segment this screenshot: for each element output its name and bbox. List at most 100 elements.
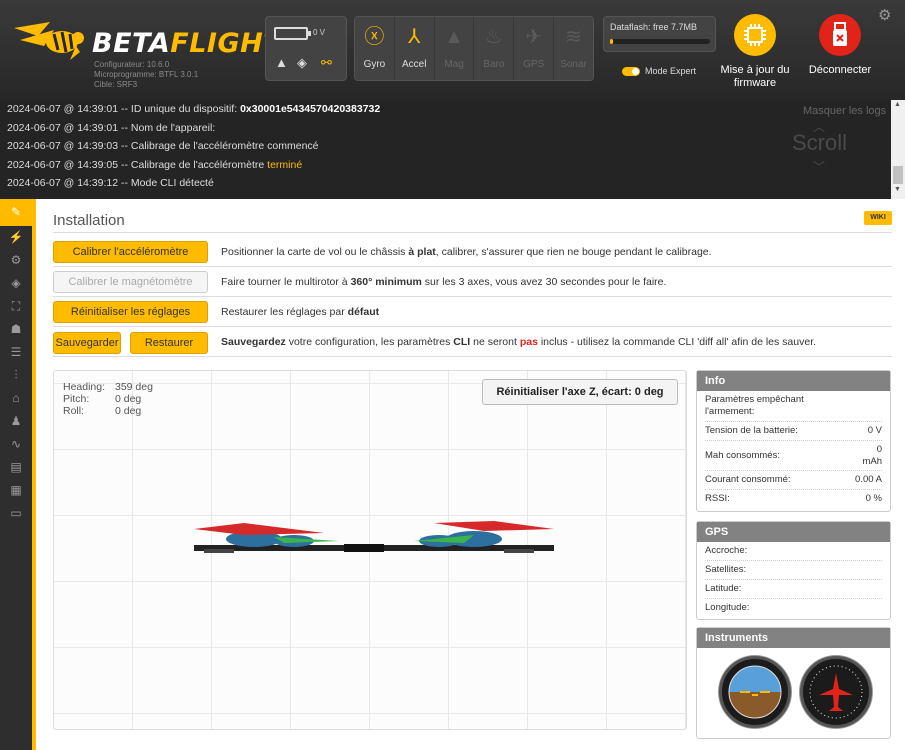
gps-latitude-row: Latitude: <box>705 580 882 599</box>
reset-settings-row: Réinitialiser les réglages Restaurer les… <box>53 297 892 327</box>
arming-disable-row: Paramètres empêchant l'armement: <box>705 391 882 422</box>
nav-configuration[interactable]: ⚙ <box>0 249 32 272</box>
log-scrollbar-thumb[interactable] <box>893 166 903 184</box>
nav-blackbox[interactable]: ▤ <box>0 456 32 479</box>
calibrate-accelerometer-button[interactable]: Calibrer l'accéléromètre <box>53 241 208 263</box>
info-panel: Info Paramètres empêchant l'armement: Te… <box>696 370 891 512</box>
gear-icon: ⚙ <box>10 253 22 267</box>
gps-satellites-row: Satellites: <box>705 561 882 580</box>
nav-sensors[interactable]: ∿ <box>0 433 32 456</box>
battery-voltage-row: Tension de la batterie: 0 V <box>705 422 882 441</box>
dataflash-status: Dataflash: free 7.7MB <box>603 16 716 52</box>
backup-description: Sauvegardez votre configuration, les par… <box>221 336 817 348</box>
nav-setup[interactable]: ✎ <box>0 199 32 226</box>
rssi-row: RSSI: 0 % <box>705 493 882 504</box>
log-scrollbar[interactable]: ▲ ▼ <box>891 100 905 199</box>
calibrate-acc-row: Calibrer l'accéléromètre Positionner la … <box>53 237 892 267</box>
wiki-button[interactable]: WIKI <box>864 211 892 225</box>
logo-text: BETAFLIGHT <box>92 28 283 59</box>
sensor-status: ⓧ Gyro ⅄ Accel ▲ Mag ♨ Baro ✈ GPS ≋ Sonar <box>354 16 594 81</box>
instruments-title: Instruments <box>697 628 890 648</box>
expert-mode-label: Mode Expert <box>645 66 697 76</box>
servo-icon: ⌂ <box>12 391 20 405</box>
bee-icon <box>14 22 84 60</box>
attitude-readout: Heading: 359 deg Pitch: 0 deg Roll: 0 deg <box>63 381 153 417</box>
hide-logs-link[interactable]: Masquer les logs <box>803 105 886 117</box>
backup-row: Sauvegarder Restaurer Sauvegardez votre … <box>53 327 892 357</box>
dataflash-bar <box>610 39 710 44</box>
betaflight-app: BETAFLIGHT Configurateur: 10.6.0 Micropr… <box>0 0 905 750</box>
sensor-accel: ⅄ Accel <box>394 17 435 80</box>
motor-icon: ♟ <box>10 414 22 428</box>
expert-mode-toggle[interactable] <box>622 67 640 76</box>
nav-cli[interactable]: ▭ <box>0 502 32 525</box>
nav-pid[interactable]: ⛶ <box>0 295 32 318</box>
nav-adjustments[interactable]: ⫶ <box>0 364 32 387</box>
wrench-icon: ✎ <box>10 205 22 219</box>
baro-icon: ♨ <box>484 26 503 48</box>
reset-settings-button[interactable]: Réinitialiser les réglages <box>53 301 208 323</box>
gps-panel: GPS Accroche: Satellites: Latitude: Long… <box>696 521 891 620</box>
disconnect-button[interactable]: Déconnecter <box>805 14 875 77</box>
log-line: 2024-06-07 @ 14:39:12 -- Mode CLI détect… <box>7 177 214 189</box>
nav-modes[interactable]: ☰ <box>0 341 32 364</box>
accel-icon: ⅄ <box>408 26 421 48</box>
dataflash-label: Dataflash: free 7.7MB <box>610 22 698 32</box>
instruments-panel: Instruments <box>696 627 891 739</box>
firmware-update-button[interactable]: Mise à jour du firmware <box>720 14 790 90</box>
dataflash-fill <box>610 39 613 44</box>
battery-voltage: 0 V <box>313 28 326 37</box>
chip-icon <box>734 14 776 56</box>
settings-gear-icon[interactable]: ⚙ <box>878 6 891 24</box>
gps-icon: ✈ <box>525 26 543 48</box>
calibrate-mag-row: Calibrer le magnétomètre Faire tourner l… <box>53 267 892 297</box>
quadcopter-model <box>194 521 554 553</box>
nav-failsafe[interactable]: ◈ <box>0 272 32 295</box>
nav-servos[interactable]: ⌂ <box>0 387 32 410</box>
configurator-version: Configurateur: 10.6.0 <box>94 60 170 69</box>
gps-longitude-row: Longitude: <box>705 602 750 613</box>
scroll-label: Scroll <box>792 130 848 155</box>
nav-receiver[interactable]: ☗ <box>0 318 32 341</box>
pid-icon: ⛶ <box>11 299 21 313</box>
reset-settings-description: Restaurer les réglages par défaut <box>221 306 380 318</box>
log-line: 2024-06-07 @ 14:39:05 -- Calibrage de l'… <box>7 158 303 171</box>
heading-value: 359 deg <box>115 381 153 393</box>
nav-motors[interactable]: ♟ <box>0 410 32 433</box>
gyro-icon: ⓧ <box>364 26 385 48</box>
log-panel: 2024-06-07 @ 14:39:01 -- ID unique du di… <box>0 100 905 199</box>
backup-button[interactable]: Sauvegarder <box>53 332 121 354</box>
sensors-icon: ∿ <box>10 437 22 451</box>
logo: BETAFLIGHT Configurateur: 10.6.0 Micropr… <box>10 14 282 94</box>
gps-fix-row: Accroche: <box>705 542 882 561</box>
heading-indicator-icon <box>800 656 872 728</box>
model-3d-view[interactable]: Heading: 359 deg Pitch: 0 deg Roll: 0 deg R… <box>53 370 687 730</box>
modes-icon: ☰ <box>10 345 22 359</box>
page-title: Installation <box>53 212 125 229</box>
usb-disconnect-icon <box>819 14 861 56</box>
nav-led[interactable]: ▦ <box>0 479 32 502</box>
reset-z-axis-button[interactable]: Réinitialiser l'axe Z, écart: 0 deg <box>482 379 678 405</box>
scroll-down-arrow-icon[interactable]: ▼ <box>894 186 901 193</box>
scroll-up-arrow-icon[interactable]: ▲ <box>894 101 901 108</box>
sensor-gps: ✈ GPS <box>514 17 555 80</box>
log-line: 2024-06-07 @ 14:39:03 -- Calibrage de l'… <box>7 140 319 152</box>
sonar-icon: ≋ <box>565 26 582 48</box>
restore-button[interactable]: Restaurer <box>130 332 208 354</box>
receiver-icon: ☗ <box>10 322 22 336</box>
current-draw-row: Courant consommé: 0.00 A <box>705 471 882 490</box>
battery-icon <box>274 27 311 40</box>
sensor-mag: ▲ Mag <box>434 17 475 80</box>
calibrate-magnetometer-button[interactable]: Calibrer le magnétomètre <box>53 271 208 293</box>
failsafe-icon: ◈ <box>297 55 307 70</box>
attitude-indicator-icon <box>719 656 791 728</box>
nav-ports[interactable]: ⚡ <box>0 226 32 249</box>
shield-icon: ◈ <box>11 276 21 290</box>
instruments-body <box>697 648 890 738</box>
calibrate-acc-description: Positionner la carte de vol ou le châssi… <box>221 246 712 258</box>
pitch-value: 0 deg <box>115 393 142 405</box>
battery-status: 0 V ▲ ◈ ⚯ <box>265 16 347 81</box>
sensor-sonar: ≋ Sonar <box>554 17 593 80</box>
setup-tab: Installation WIKI Calibrer l'accéléromèt… <box>40 199 905 750</box>
sidebar: ✎ ⚡ ⚙ ◈ ⛶ ☗ ☰ ⫶ ⌂ ♟ ∿ ▤ ▦ ▭ <box>0 199 36 750</box>
